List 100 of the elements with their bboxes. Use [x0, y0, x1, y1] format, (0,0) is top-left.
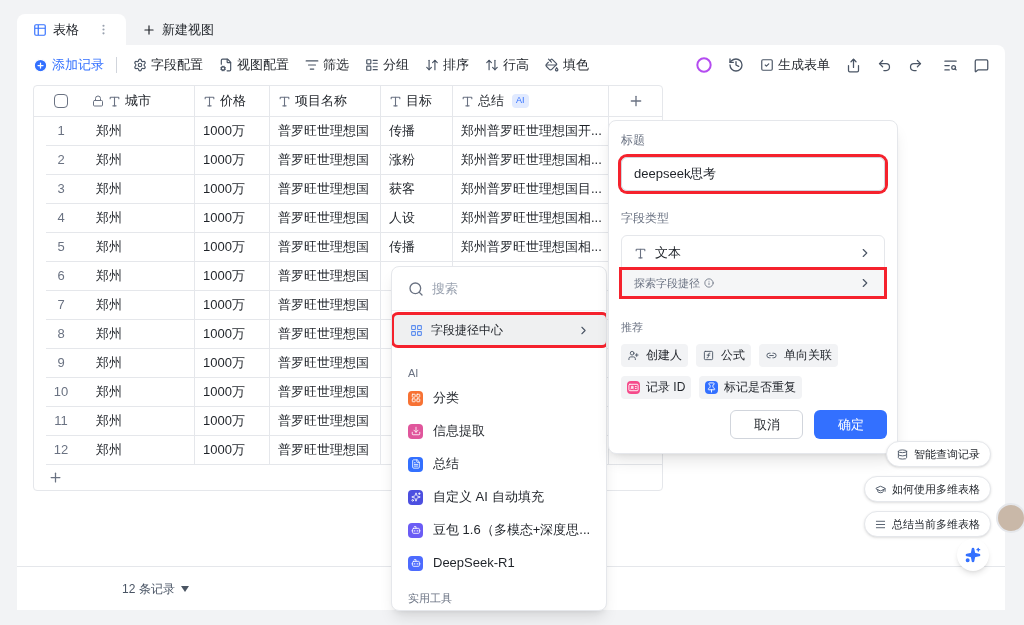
arrows-icon — [485, 58, 499, 72]
text-type-icon — [634, 246, 647, 260]
title-input[interactable]: deepseek思考 — [621, 157, 885, 191]
menu-item[interactable]: 信息提取 — [392, 414, 606, 448]
table-cell-text: 1000万 — [203, 325, 245, 344]
list-icon — [365, 58, 379, 72]
menu-item[interactable]: 分类 — [392, 381, 606, 415]
table-cell-text: 1000万 — [203, 238, 245, 257]
table-cell-text: 1000万 — [203, 209, 245, 228]
share-icon[interactable] — [846, 57, 861, 73]
table-cell-text: 1000万 — [203, 267, 245, 286]
table-cell-text: 郑州普罗旺世理想国相... — [461, 151, 602, 170]
menu-item[interactable]: 自定义 AI 自动填充 — [392, 480, 606, 514]
field-type-select[interactable]: 文本 — [622, 236, 884, 270]
row-number: 1 — [56, 122, 66, 141]
row-number: 10 — [52, 383, 70, 402]
recommend-chip[interactable]: 公式 — [696, 343, 751, 367]
table-cell-text: 郑州普罗旺世理想国开... — [461, 122, 602, 141]
gear-icon — [133, 58, 147, 72]
confirm-button[interactable]: 确定 — [814, 410, 887, 439]
column-title: 城市 — [125, 92, 151, 111]
table-cell-text: 郑州 — [96, 122, 122, 141]
add-row-icon[interactable] — [48, 470, 63, 485]
suggestion-chip[interactable]: 智能查询记录 — [886, 441, 991, 467]
column-header[interactable]: 目标 — [381, 86, 453, 116]
column-title: 项目名称 — [295, 92, 347, 111]
row-number: 2 — [56, 151, 66, 170]
suggestion-chip[interactable]: 如何使用多维表格 — [864, 476, 991, 502]
row-number: 12 — [52, 441, 70, 460]
plus-circle-icon — [33, 57, 48, 73]
table-cell-text: 1000万 — [203, 441, 245, 460]
history-icon[interactable] — [728, 57, 744, 73]
table-cell-text: 传播 — [389, 238, 415, 257]
search-field[interactable]: 搜索 — [432, 278, 572, 299]
text-type-icon — [278, 94, 291, 108]
text-search-icon[interactable] — [943, 57, 958, 73]
table-cell-text: 郑州 — [96, 383, 122, 402]
table-cell-text: 普罗旺世理想国 — [278, 180, 369, 199]
toolbar-button[interactable]: 视图配置 — [211, 55, 297, 75]
table-cell-text: 普罗旺世理想国 — [278, 354, 369, 373]
menu-item[interactable]: 豆包 1.6（多模态+深度思... — [392, 513, 606, 547]
column-title: 价格 — [220, 92, 246, 111]
toolbar-button[interactable]: 筛选 — [297, 55, 357, 75]
toolbar-button[interactable]: 填色 — [537, 55, 597, 75]
table-cell-text: 1000万 — [203, 151, 245, 170]
table-cell-text: 郑州 — [96, 209, 122, 228]
view-tab[interactable]: 表格 — [17, 14, 126, 45]
table-cell-text: 郑州 — [96, 267, 122, 286]
column-header[interactable]: 城市 — [34, 86, 195, 116]
table-cell-text: 郑州 — [96, 180, 122, 199]
table-cell-text: 郑州普罗旺世理想国目... — [461, 180, 602, 199]
recommend-chip[interactable]: 标记是否重复 — [699, 375, 803, 399]
undo-icon[interactable] — [877, 57, 892, 73]
view-tab[interactable]: 新建视图 — [126, 14, 230, 45]
menu-item[interactable]: 总结 — [392, 447, 606, 481]
table-cell-text: 1000万 — [203, 383, 245, 402]
shortcut-center-item[interactable]: 字段捷径中心 — [394, 315, 606, 345]
column-header[interactable]: 价格 — [195, 86, 270, 116]
table-cell-text: 普罗旺世理想国 — [278, 209, 369, 228]
toolbar-button[interactable]: 行高 — [477, 55, 537, 75]
table-cell-text: 普罗旺世理想国 — [278, 238, 369, 257]
table-cell-text: 普罗旺世理想国 — [278, 151, 369, 170]
menu-item[interactable]: DeepSeek-R1 — [392, 546, 606, 580]
section-heading: AI — [407, 366, 420, 381]
suggestion-chip[interactable]: 总结当前多维表格 — [864, 511, 991, 537]
table-cell-text: 普罗旺世理想国 — [278, 412, 369, 431]
comment-icon[interactable] — [974, 57, 989, 73]
table-cell-text: 普罗旺世理想国 — [278, 325, 369, 344]
checkbox[interactable] — [54, 94, 68, 108]
add-record-button[interactable]: 添加记录 — [33, 55, 116, 75]
generate-form-button[interactable]: 生成表单 — [760, 55, 830, 75]
redo-icon[interactable] — [908, 57, 923, 73]
lock-icon — [92, 95, 104, 107]
table-cell-text: 获客 — [389, 180, 415, 199]
table-cell-text: 传播 — [389, 122, 415, 141]
search-icon — [408, 280, 424, 297]
explore-shortcuts-row[interactable]: 探索字段捷径 — [622, 270, 884, 296]
recommend-chip[interactable]: 单向关联 — [759, 343, 838, 367]
row-number: 5 — [56, 238, 66, 257]
recommend-chip[interactable]: 记录 ID — [621, 375, 692, 399]
column-header[interactable]: 项目名称 — [270, 86, 381, 116]
row-number: 4 — [56, 209, 66, 228]
toolbar-button[interactable]: 分组 — [357, 55, 417, 75]
toolbar-button[interactable]: 排序 — [417, 55, 477, 75]
table-cell-text: 郑州 — [96, 354, 122, 373]
caret-down-icon — [180, 585, 189, 592]
function-icon — [702, 348, 715, 362]
toolbar-button[interactable]: 字段配置 — [125, 55, 211, 75]
cancel-button[interactable]: 取消 — [730, 410, 803, 439]
table-cell-text: 普罗旺世理想国 — [278, 122, 369, 141]
graduation-cap-icon — [875, 483, 886, 495]
record-count-dropdown[interactable]: 12 条记录 — [122, 579, 189, 598]
ring-icon[interactable] — [696, 57, 712, 73]
table-cell-text: 涨粉 — [389, 151, 415, 170]
table-cell-text: 人设 — [389, 209, 415, 228]
text-type-icon — [461, 94, 474, 108]
table-cell-text: 1000万 — [203, 354, 245, 373]
table-cell-text: 普罗旺世理想国 — [278, 296, 369, 315]
recommend-chip[interactable]: 创建人 — [621, 343, 688, 367]
column-header[interactable]: 总结 AI — [453, 86, 609, 116]
